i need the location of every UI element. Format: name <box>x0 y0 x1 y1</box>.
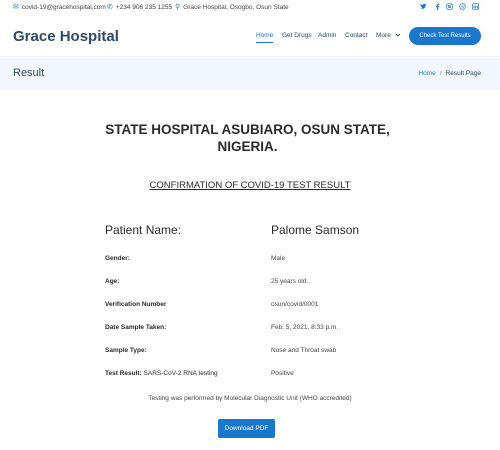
facebook-icon[interactable] <box>434 3 441 12</box>
age-value: 25 years old. <box>271 278 309 285</box>
instagram-icon[interactable] <box>446 3 453 12</box>
nav-home[interactable]: Home <box>256 32 274 43</box>
verification-number-label: Verification Number <box>105 301 167 308</box>
location-contact: ⚲ Grace Hospital, Osogbo, Osun State <box>175 3 289 12</box>
nav-more[interactable]: More <box>376 32 401 39</box>
svg-text:S: S <box>461 5 464 9</box>
test-result-label-text: Test Result: <box>105 370 142 377</box>
breadcrumb: Home / Result Page <box>418 70 481 77</box>
envelope-icon: ✉ <box>13 4 19 11</box>
phone-icon: ✆ <box>107 4 113 11</box>
nav-contact[interactable]: Contact <box>345 32 367 39</box>
linkedin-icon[interactable] <box>472 3 479 12</box>
site-header: Grace Hospital Home Get Drugs Admin Cont… <box>0 17 500 57</box>
date-sample-taken-label: Date Sample Taken: <box>105 324 167 331</box>
test-result-value: Positive <box>271 370 294 377</box>
check-test-results-button[interactable]: Check Test Results <box>409 27 481 45</box>
site-logo[interactable]: Grace Hospital <box>13 28 119 45</box>
verification-number-value: osun/covid/0001 <box>271 301 319 308</box>
gender-label: Gender: <box>105 255 130 262</box>
breadcrumb-current: Result Page <box>445 70 481 77</box>
page-title: Result <box>13 67 45 79</box>
chevron-down-icon <box>395 34 400 37</box>
top-bar: ✉ covid-19@gracehospital.com ✆ +234 906 … <box>0 0 500 16</box>
email-text: covid-19@gracehospital.com <box>21 3 106 11</box>
breadcrumb-home[interactable]: Home <box>418 70 435 77</box>
nav-get-drugs[interactable]: Get Drugs <box>282 32 312 39</box>
nav-more-label: More <box>376 32 391 39</box>
patient-name-label: Patient Name: <box>105 223 182 237</box>
sample-type-label: Sample Type: <box>105 347 147 354</box>
map-pin-icon: ⚲ <box>175 4 181 11</box>
age-label: Age: <box>105 278 120 285</box>
test-result-label: Test Result: SARS-CoV-2 RNA testing <box>105 370 218 377</box>
test-method-text: SARS-CoV-2 RNA testing <box>143 370 218 377</box>
twitter-icon[interactable] <box>420 3 427 12</box>
breadcrumb-separator: / <box>439 70 442 77</box>
date-sample-taken-value: Feb. 5, 2021, 8:33 p.m. <box>271 324 339 331</box>
download-pdf-button[interactable]: Download PDF <box>218 419 275 438</box>
result-heading: CONFIRMATION OF COVID-19 TEST RESULT <box>149 180 351 191</box>
breadcrumb-section: Result Home / Result Page <box>0 58 500 90</box>
testing-note: Testing was performed by Molecular Diagn… <box>148 395 352 402</box>
nav-admin[interactable]: Admin <box>318 32 336 39</box>
location-text: Grace Hospital, Osogbo, Osun State <box>183 3 289 11</box>
skype-icon[interactable]: S <box>459 3 466 12</box>
email-contact[interactable]: ✉ covid-19@gracehospital.com <box>13 3 106 12</box>
sample-type-value: Nose and Throat swab <box>271 347 337 354</box>
gender-value: Male <box>271 255 286 262</box>
patient-name-value: Palome Samson <box>271 223 360 237</box>
hospital-name: STATE HOSPITAL ASUBIARO, OSUN STATE, NIG… <box>105 122 390 154</box>
phone-text: +234 906 235 1255 <box>115 3 173 11</box>
phone-contact[interactable]: ✆ +234 906 235 1255 <box>107 3 173 12</box>
